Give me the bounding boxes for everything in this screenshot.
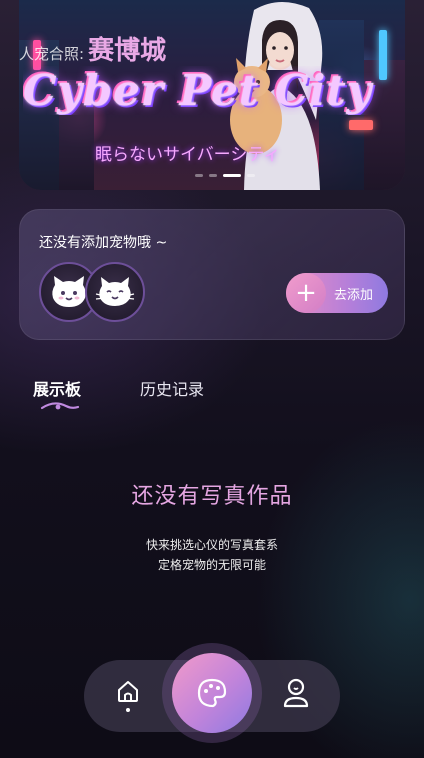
banner-title: Cyber Pet City <box>23 66 373 115</box>
plus-icon: + <box>286 273 326 313</box>
carousel-indicator <box>195 174 255 177</box>
active-indicator-dot <box>126 708 130 712</box>
pet-card-title: 还没有添加宠物哦 ~ <box>39 235 168 251</box>
pet-card: 还没有添加宠物哦 ~ + 去添加 <box>19 209 405 340</box>
banner-carousel[interactable]: 人宠合照: 赛博城 Cyber Pet City 眠らないサイバーシティ <box>19 0 405 190</box>
add-pet-button-label: 去添加 <box>334 287 374 303</box>
home-icon <box>118 681 138 702</box>
carousel-dot[interactable] <box>247 174 255 177</box>
app-root: 人宠合照: 赛博城 Cyber Pet City 眠らないサイバーシティ 还没有添… <box>0 0 424 758</box>
tab-active-indicator <box>40 402 80 410</box>
banner-caption-prefix: 人宠合照: <box>19 45 85 63</box>
banner-subtitle: 眠らないサイバーシティ <box>95 145 281 165</box>
empty-state-title: 还没有写真作品 <box>131 484 293 509</box>
nav-create-button[interactable] <box>172 653 252 733</box>
empty-state-description: 快来挑选心仪的写真套系 <box>145 538 278 552</box>
banner-caption: 人宠合照: 赛博城 <box>19 30 166 67</box>
carousel-dot[interactable] <box>209 174 217 177</box>
nav-home[interactable] <box>114 678 142 714</box>
tab-history[interactable]: 历史记录 <box>140 376 204 400</box>
tab-showcase[interactable]: 展示板 <box>33 376 81 400</box>
carousel-dot[interactable] <box>195 174 203 177</box>
neon-sign <box>349 120 373 130</box>
profile-icon[interactable] <box>281 676 311 710</box>
add-pet-button[interactable]: + 去添加 <box>286 273 388 313</box>
banner-caption-city: 赛博城 <box>88 36 167 66</box>
carousel-dot-active[interactable] <box>223 174 241 177</box>
pet-avatar-placeholder[interactable] <box>85 262 145 322</box>
cat-avatar-icon <box>95 277 135 306</box>
empty-state-description: 定格宠物的无限可能 <box>157 558 266 572</box>
cat-avatar-icon <box>52 276 86 307</box>
palette-icon <box>197 678 227 708</box>
